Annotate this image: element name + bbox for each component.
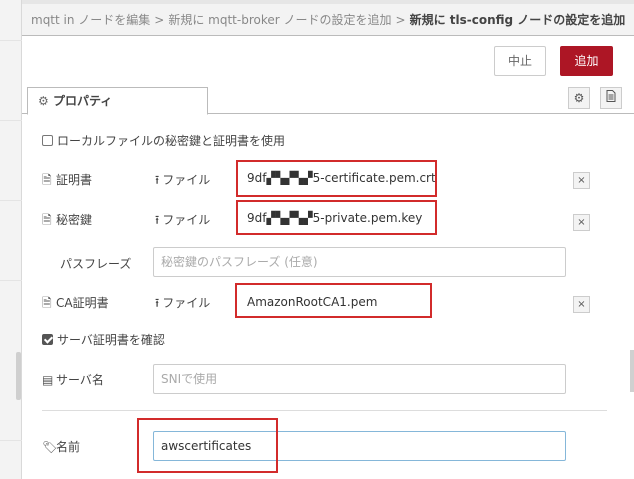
breadcrumb-separator: > <box>395 13 406 27</box>
passphrase-placeholder: 秘密鍵のパスフレーズ (任意) <box>161 255 318 269</box>
close-icon: × <box>577 299 586 310</box>
gear-icon: ⚙ <box>38 94 49 108</box>
breadcrumb: mqtt in ノードを編集 > 新規に mqtt-broker ノードの設定を追加… <box>22 4 634 36</box>
divider <box>42 410 607 411</box>
key-upload-button[interactable]: ⭱ ファイル <box>155 211 210 232</box>
close-icon: × <box>577 217 586 228</box>
tab-bar: ⚙ プロパティ ⚙ <box>22 84 634 115</box>
grid-line <box>0 40 22 41</box>
ca-label: 🗎 CA証明書 <box>42 294 109 315</box>
upload-icon: ⭱ <box>155 296 160 310</box>
highlight-box <box>235 283 432 318</box>
highlight-box <box>137 418 278 473</box>
add-button[interactable]: 追加 <box>560 46 613 76</box>
upload-icon: ⭱ <box>155 173 160 187</box>
document-icon: 🗎 <box>42 213 52 227</box>
breadcrumb-separator: > <box>154 13 165 27</box>
passphrase-input[interactable]: 秘密鍵のパスフレーズ (任意) <box>153 247 566 277</box>
cancel-button[interactable]: 中止 <box>494 46 546 76</box>
key-delete-button[interactable]: × <box>573 214 590 231</box>
highlight-box <box>236 160 437 197</box>
tag-icon: 🏷 <box>42 440 58 454</box>
server-name-label-text: サーバ名 <box>56 373 104 387</box>
name-label: 🏷名前 <box>42 438 80 455</box>
tab-properties-label: プロパティ <box>53 94 113 108</box>
passphrase-label: パスフレーズ <box>60 257 132 271</box>
document-icon: 🗎 <box>42 173 52 187</box>
cert-label-text: 証明書 <box>56 173 93 187</box>
verify-server-cert-text: サーバ証明書を確認 <box>57 333 165 347</box>
key-label-text: 秘密鍵 <box>56 213 93 227</box>
grid-line <box>0 440 22 441</box>
server-icon: ▤ <box>42 373 54 387</box>
server-name-label: ▤ サーバ名 <box>42 371 104 388</box>
use-local-files-label[interactable]: ローカルファイルの秘密鍵と証明書を使用 <box>42 132 285 149</box>
ca-upload-button[interactable]: ⭱ ファイル <box>155 294 210 315</box>
description-tab-button[interactable] <box>600 87 622 109</box>
close-icon: × <box>577 175 586 186</box>
settings-tab-button[interactable]: ⚙ <box>568 87 590 109</box>
key-label: 🗎 秘密鍵 <box>42 211 92 232</box>
gear-icon: ⚙ <box>573 91 585 105</box>
name-label-text: 名前 <box>56 440 81 454</box>
key-upload-label: ファイル <box>162 213 211 227</box>
cert-upload-button[interactable]: ⭱ ファイル <box>155 171 210 192</box>
panel-resize-handle[interactable] <box>16 352 21 400</box>
ca-delete-button[interactable]: × <box>573 296 590 313</box>
workspace-edge <box>0 0 22 479</box>
verify-server-cert-checkbox[interactable] <box>42 334 53 345</box>
scrollbar-thumb[interactable] <box>630 350 634 392</box>
verify-server-cert-label[interactable]: サーバ証明書を確認 <box>42 331 165 348</box>
document-icon: 🗎 <box>42 296 52 310</box>
grid-line <box>0 280 22 281</box>
breadcrumb-item-mqtt-in[interactable]: mqtt in ノードを編集 <box>31 13 150 27</box>
document-icon <box>606 90 616 105</box>
ca-upload-label: ファイル <box>162 296 211 310</box>
grid-line <box>0 200 22 201</box>
use-local-files-text: ローカルファイルの秘密鍵と証明書を使用 <box>57 134 286 148</box>
breadcrumb-current: 新規に tls-config ノードの設定を追加 <box>409 13 626 27</box>
tab-properties[interactable]: ⚙ プロパティ <box>27 87 208 115</box>
server-name-input[interactable]: SNIで使用 <box>153 364 566 394</box>
grid-line <box>0 120 22 121</box>
server-name-placeholder: SNIで使用 <box>161 372 218 386</box>
ca-label-text: CA証明書 <box>56 296 109 310</box>
cert-delete-button[interactable]: × <box>573 172 590 189</box>
use-local-files-checkbox[interactable] <box>42 135 53 146</box>
cert-upload-label: ファイル <box>162 173 211 187</box>
highlight-box <box>236 200 437 235</box>
upload-icon: ⭱ <box>155 213 160 227</box>
breadcrumb-item-mqtt-broker[interactable]: 新規に mqtt-broker ノードの設定を追加 <box>168 13 391 27</box>
cert-label: 🗎 証明書 <box>42 171 92 192</box>
